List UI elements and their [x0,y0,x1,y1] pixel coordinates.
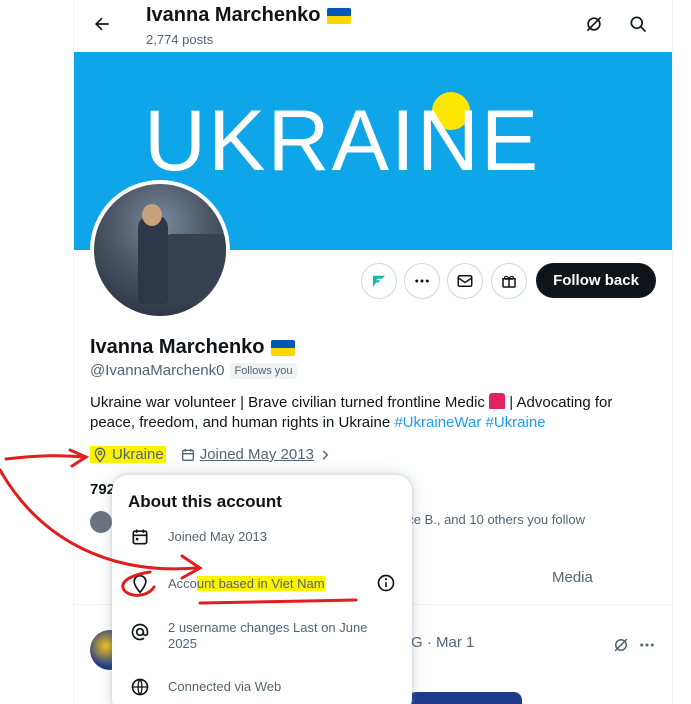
header-post-count: 2,774 posts [146,32,214,47]
post-more-button[interactable] [636,634,658,656]
info-icon [377,574,395,592]
post-grok-button[interactable] [610,634,632,656]
search-button[interactable] [626,12,650,36]
popup-row-joined: Joined May 2013 [128,525,267,549]
more-dots-icon [415,279,429,283]
profile-meta-row: Ukraine Joined May 2013 [90,446,332,463]
bio-text: Ukraine war volunteer | Brave civilian t… [90,394,485,411]
post-meta: G · Mar 1 [411,634,475,651]
hashtag-ukraine[interactable]: #Ukraine [485,414,545,431]
profile-header: Ivanna Marchenko 2,774 posts [74,0,672,52]
followed-by-text[interactable]: nce B., and 10 others you follow [400,512,585,527]
arrow-left-icon [95,17,109,31]
globe-icon [128,675,152,699]
grok-button[interactable] [582,12,606,36]
header-name: Ivanna Marchenko [146,4,351,27]
avatar-vehicle [164,234,226,304]
avatar-person [138,214,168,304]
profile-bio: Ukraine war volunteer | Brave civilian t… [90,393,650,433]
popup-row-connected: Connected via Web [128,675,281,699]
popup-username-text: 2 username changes Last on June 2025 [168,620,368,651]
profile-avatar[interactable] [90,180,230,320]
more-dots-icon [640,643,654,647]
follows-you-badge: Follows you [230,362,297,379]
grok-icon [586,16,602,32]
popup-row-based: Account based in Viet Nam [128,572,325,596]
popup-based-prefix: Acco [168,576,197,591]
location-item: Ukraine [90,446,166,463]
more-button[interactable] [404,263,440,299]
gift-icon [502,275,516,288]
about-account-popup: About this account Joined May 2013 Accou… [112,475,412,704]
calendar-icon [181,448,194,461]
follow-back-button[interactable]: Follow back [536,263,656,298]
banner-text: UKRAINE [144,93,541,189]
gift-button[interactable] [491,263,527,299]
info-button[interactable] [375,572,397,594]
location-pin-icon [94,447,106,463]
ukraine-flag-icon [270,339,295,356]
siren-emoji-icon [489,393,506,409]
profile-name: Ivanna Marchenko [90,336,295,359]
envelope-icon [457,275,473,287]
location-pin-icon [128,572,152,596]
popup-connected-text: Connected via Web [168,679,282,694]
tab-media[interactable]: Media [552,569,593,586]
popup-based-text: Account based in Viet Nam [168,576,325,592]
location-text: Ukraine [112,446,164,463]
chevron-right-icon [322,449,329,460]
popup-row-username: 2 username changes Last on June 2025 [128,620,388,652]
joined-link[interactable]: Joined May 2013 [200,446,314,463]
column-border-right [672,0,673,704]
message-button[interactable] [447,263,483,299]
grok-analyze-button[interactable] [361,263,397,299]
followed-by-row[interactable] [90,511,112,533]
avatar-head [142,204,162,226]
profile-name-text: Ivanna Marchenko [90,336,265,358]
calendar-icon [128,525,152,549]
popup-based-highlight: unt based in Viet Nam [196,576,325,591]
at-sign-icon [128,620,152,644]
hashtag-ukrainewar[interactable]: #UkraineWar [394,414,481,431]
grok-analyze-icon [373,275,385,287]
ukraine-flag-icon [326,7,351,24]
profile-handle: @IvannaMarchenk0 [90,362,225,379]
post-media-image[interactable] [408,692,522,704]
popup-joined-text: Joined May 2013 [168,529,268,544]
popup-title: About this account [128,492,282,511]
profile-handle-row: @IvannaMarchenk0 Follows you [90,362,297,379]
grok-icon [614,638,628,652]
follower-mini-avatar [90,511,112,533]
joined-item[interactable]: Joined May 2013 [180,446,332,463]
header-name-text: Ivanna Marchenko [146,4,321,26]
search-icon [630,16,647,33]
back-button[interactable] [88,10,116,38]
